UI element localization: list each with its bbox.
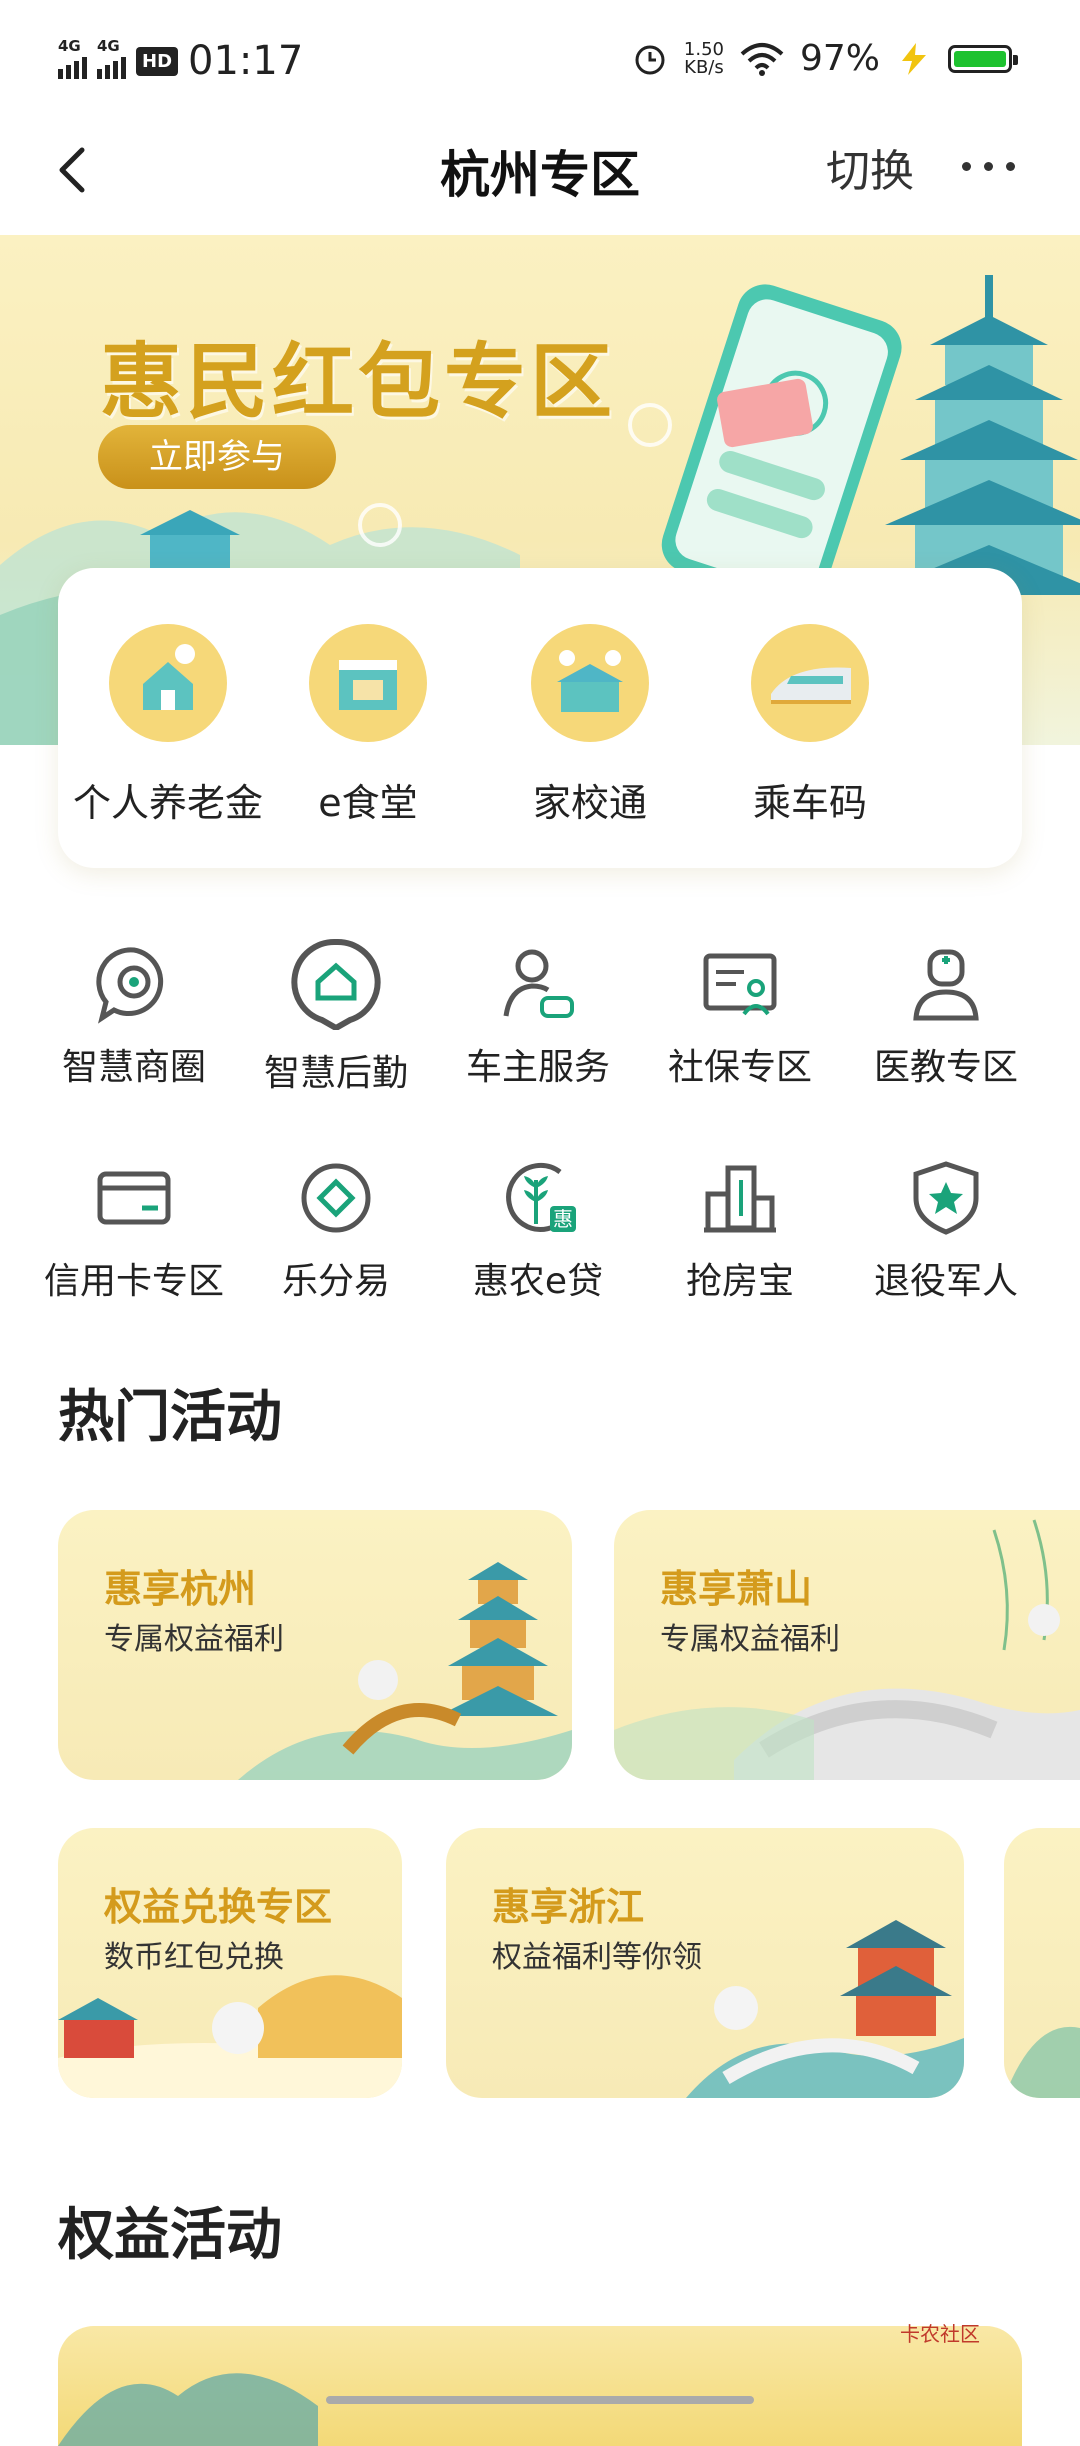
canteen-icon <box>309 624 427 742</box>
diamond-icon <box>301 1163 371 1233</box>
house-icon <box>109 624 227 742</box>
service-huinong-loan[interactable]: 惠 惠农e贷 <box>438 1158 638 1304</box>
wifi-icon <box>740 42 784 76</box>
rights-banner[interactable] <box>58 2326 1022 2446</box>
service-house-grab[interactable]: 抢房宝 <box>640 1158 840 1304</box>
battery-percent: 97% <box>799 38 880 79</box>
activity-card-next[interactable] <box>1004 1828 1080 2098</box>
watermark-logo: 卡农社区 <box>900 2322 980 2346</box>
quick-item-ride-code[interactable]: 乘车码 <box>710 624 910 827</box>
service-credit-card[interactable]: 信用卡专区 <box>34 1158 234 1304</box>
service-lefenyi[interactable]: 乐分易 <box>236 1158 436 1304</box>
join-now-button[interactable]: 立即参与 <box>98 425 336 489</box>
page-title: 杭州专区 <box>440 146 640 204</box>
svg-text:惠: 惠 <box>553 1207 573 1231</box>
home-indicator[interactable] <box>326 2396 754 2404</box>
net-speed: 1.50 KB/s <box>683 38 724 78</box>
activity-card-rights-exchange[interactable]: 权益兑换专区 数币红包兑换 <box>58 1828 402 2098</box>
clock: 01:17 <box>188 38 304 84</box>
rights-activities-title: 权益活动 <box>58 2203 282 2268</box>
activity-card-hangzhou[interactable]: 惠享杭州 专属权益福利 <box>58 1510 572 1780</box>
status-left: 4G 4G HD 01:17 <box>58 37 304 84</box>
credit-card-icon <box>97 1171 171 1225</box>
signal-icon-2: 4G <box>97 37 126 79</box>
quick-access-card: 个人养老金 e食堂 家校通 乘车码 <box>58 568 1022 868</box>
switch-city-button[interactable]: 切换 <box>826 135 914 199</box>
location-bubble-icon <box>96 947 164 1024</box>
more-menu-icon[interactable] <box>962 162 1015 171</box>
shield-star-icon <box>913 1161 979 1235</box>
service-car-owner[interactable]: 车主服务 <box>438 944 638 1090</box>
service-smart-business[interactable]: 智慧商圈 <box>34 944 234 1090</box>
service-medical-education[interactable]: 医教专区 <box>846 944 1046 1090</box>
service-veterans[interactable]: 退役军人 <box>846 1158 1046 1304</box>
activity-card-xiaoshan[interactable]: 惠享萧山 专属权益福利 <box>614 1510 1080 1780</box>
signal-icon: 4G <box>58 37 87 79</box>
wheat-icon: 惠 <box>506 1163 576 1232</box>
quick-item-canteen[interactable]: e食堂 <box>268 624 468 827</box>
activity-card-zhejiang[interactable]: 惠享浙江 权益福利等你领 <box>446 1828 964 2098</box>
doctor-icon <box>913 949 979 1021</box>
alarm-icon <box>635 45 665 74</box>
status-bar: 4G 4G HD 01:17 1.50 KB/s 97% <box>0 0 1080 120</box>
home-bubble-icon <box>291 938 381 1030</box>
train-icon <box>751 624 869 742</box>
social-card-icon <box>703 953 777 1016</box>
banner-title: 惠民红包专区 <box>100 335 617 430</box>
charging-icon <box>902 42 926 75</box>
quick-item-school[interactable]: 家校通 <box>490 624 690 827</box>
quick-item-pension[interactable]: 个人养老金 <box>68 624 268 827</box>
car-owner-icon <box>503 949 574 1018</box>
service-smart-logistics[interactable]: 智慧后勤 <box>236 938 436 1096</box>
status-right: 1.50 KB/s 97% <box>632 38 1018 79</box>
battery-icon <box>948 44 1018 73</box>
school-icon <box>531 624 649 742</box>
hd-icon: HD <box>136 46 179 76</box>
service-social-security[interactable]: 社保专区 <box>640 944 840 1090</box>
hot-activities-title: 热门活动 <box>58 1385 282 1450</box>
building-icon <box>704 1165 776 1233</box>
